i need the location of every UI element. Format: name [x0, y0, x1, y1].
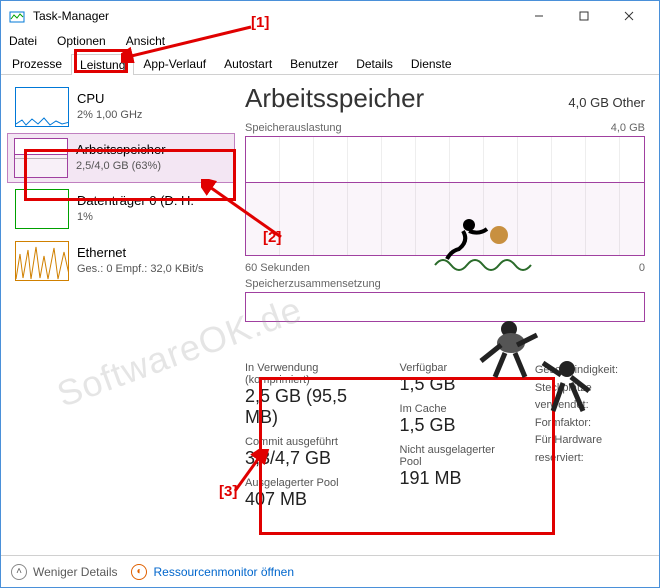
annot-arrow-1	[121, 23, 261, 63]
annot-arrow-2	[201, 179, 291, 249]
menubar: Datei Optionen Ansicht	[1, 31, 659, 51]
fewer-details-button[interactable]: ˄ Weniger Details	[11, 564, 117, 580]
titlebar: Task-Manager	[1, 1, 659, 31]
sidebar: CPU 2% 1,00 GHz Arbeitsspeicher 2,5/4,0 …	[1, 75, 241, 555]
footer: ˄ Weniger Details ◐ Ressourcenmonitor öf…	[1, 555, 659, 587]
annot-box-1	[74, 49, 128, 73]
window-title: Task-Manager	[33, 9, 516, 23]
menu-file[interactable]: Datei	[5, 34, 41, 48]
mem-type: 4,0 GB Other	[568, 95, 645, 110]
running-figure-icon	[431, 211, 551, 271]
comp-label: Speicherzusammensetzung	[245, 278, 381, 290]
eth-title: Ethernet	[77, 245, 204, 262]
minimize-button[interactable]	[516, 1, 561, 31]
eth-thumb-chart	[15, 241, 69, 281]
cpu-title: CPU	[77, 91, 142, 108]
usage-max: 4,0 GB	[611, 122, 645, 134]
chevron-up-icon: ˄	[11, 564, 27, 580]
climbing-figures-icon	[471, 311, 611, 431]
maximize-button[interactable]	[561, 1, 606, 31]
resmon-label: Ressourcenmonitor öffnen	[153, 565, 294, 579]
disk-sub: 1%	[77, 210, 194, 224]
usage-label: Speicherauslastung	[245, 122, 342, 134]
app-icon	[9, 8, 25, 24]
tab-processes[interactable]: Prozesse	[3, 53, 71, 74]
tab-services[interactable]: Dienste	[402, 53, 461, 74]
close-button[interactable]	[606, 1, 651, 31]
eth-sub: Ges.: 0 Empf.: 32,0 KBit/s	[77, 262, 204, 276]
fewer-details-label: Weniger Details	[33, 565, 117, 579]
sidebar-item-cpu[interactable]: CPU 2% 1,00 GHz	[7, 81, 235, 133]
time-axis-right: 0	[639, 262, 645, 274]
tab-users[interactable]: Benutzer	[281, 53, 347, 74]
cpu-sub: 2% 1,00 GHz	[77, 108, 142, 122]
resmon-icon: ◐	[131, 564, 147, 580]
open-resmon-link[interactable]: ◐ Ressourcenmonitor öffnen	[131, 564, 294, 580]
page-title: Arbeitsspeicher	[245, 83, 424, 114]
time-axis: 60 Sekunden	[245, 262, 310, 274]
cpu-thumb-chart	[15, 87, 69, 127]
annot-arrow-3	[231, 449, 271, 499]
tab-details[interactable]: Details	[347, 53, 402, 74]
menu-options[interactable]: Optionen	[53, 34, 110, 48]
